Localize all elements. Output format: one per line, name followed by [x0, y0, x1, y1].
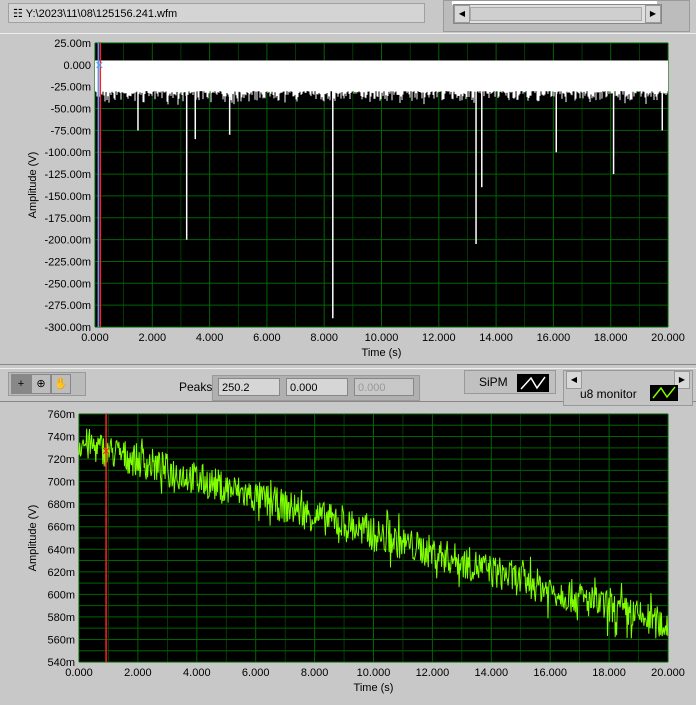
x-tick-label: 16.000: [537, 332, 571, 344]
cursor-marker-icon: ✕: [101, 446, 110, 458]
x-tick-label: 2.000: [139, 332, 167, 344]
legend-sipm-label: SiPM: [479, 375, 508, 389]
peak-value-0[interactable]: 250.2: [218, 378, 280, 396]
x-tick-label: 4.000: [183, 667, 211, 679]
u8-monitor-graph[interactable]: 760m 740m 720m 700m 680m 660m 640m 620m 600m 580m…: [0, 403, 696, 705]
y-tick-label: 25.00m: [54, 38, 91, 50]
x-tick-label: 12.000: [422, 332, 456, 344]
x-tick-label: 0.000: [81, 332, 109, 344]
x-tick-label: 16.000: [533, 667, 567, 679]
x-tick-label: 20.000: [651, 332, 685, 344]
y-tick-label: -50.00m: [51, 104, 91, 116]
x-tick-label: 6.000: [242, 667, 270, 679]
graph-palette: + ⊕ ✋: [8, 372, 86, 396]
y-tick-label: -100.00m: [45, 147, 91, 159]
x-tick-label: 10.000: [365, 332, 399, 344]
legend-sipm[interactable]: SiPM: [464, 370, 556, 394]
pan-hand-icon[interactable]: ✋: [51, 374, 71, 394]
y-tick-label: -150.00m: [45, 191, 91, 203]
x-tick-label: 14.000: [474, 667, 508, 679]
y-tick-label: -225.00m: [45, 256, 91, 268]
peaks-label: Peaks: [179, 380, 213, 394]
x-tick-label: 4.000: [196, 332, 224, 344]
plot-style-swatch-green-icon: [650, 385, 678, 401]
y-tick-label: -250.00m: [45, 278, 91, 290]
x-tick-label: 12.000: [416, 667, 450, 679]
scroll-thumb[interactable]: [470, 7, 642, 21]
x-tick-label: 0.000: [65, 667, 93, 679]
y-tick-label: 0.000: [63, 60, 91, 72]
x-tick-label: 6.000: [253, 332, 281, 344]
cursor-marker-icon: ✕: [95, 60, 104, 72]
legend-scroll[interactable]: ◀ ▶ u8 monitor: [563, 370, 693, 406]
plot-style-swatch-icon: [517, 373, 550, 392]
y-tick-label: -275.00m: [45, 300, 91, 312]
y-tick-label: 740m: [47, 432, 75, 444]
y-tick-label: 580m: [47, 612, 75, 624]
x-tick-label: 10.000: [357, 667, 391, 679]
y-tick-label: 720m: [47, 454, 75, 466]
y-tick-label: 560m: [47, 634, 75, 646]
y-tick-label: -75.00m: [51, 125, 91, 137]
y-tick-label: 760m: [47, 409, 75, 421]
y-tick-label: 620m: [47, 567, 75, 579]
x-axis-label: Time (s): [362, 347, 402, 359]
table-control[interactable]: ◀ ▶: [443, 0, 690, 32]
y-tick-label: 640m: [47, 544, 75, 556]
y-tick-label: 600m: [47, 589, 75, 601]
x-tick-label: 8.000: [301, 667, 329, 679]
scroll-right-arrow-icon[interactable]: ▶: [645, 5, 661, 23]
peak-value-2: 0.000: [354, 378, 414, 396]
scroll-left-arrow-icon[interactable]: ◀: [454, 5, 470, 23]
y-tick-label: 660m: [47, 522, 75, 534]
y-tick-label: -125.00m: [45, 169, 91, 181]
cursor-move-icon[interactable]: +: [11, 374, 31, 394]
x-tick-label: 2.000: [124, 667, 152, 679]
y-axis-label: Amplitude (V): [27, 152, 39, 219]
x-tick-label: 18.000: [594, 332, 628, 344]
x-tick-label: 18.000: [592, 667, 626, 679]
y-tick-label: -25.00m: [51, 82, 91, 94]
y-tick-label: -200.00m: [45, 235, 91, 247]
file-path-display[interactable]: ☷ Y:\2023\11\08\125156.241.wfm: [8, 3, 425, 23]
legend-u8-label: u8 monitor: [580, 387, 637, 401]
path-icon: ☷: [13, 8, 23, 20]
y-tick-label: -175.00m: [45, 213, 91, 225]
zoom-icon[interactable]: ⊕: [31, 374, 51, 394]
x-axis-label: Time (s): [354, 682, 394, 694]
x-tick-label: 14.000: [479, 332, 513, 344]
sipm-waveform-graph[interactable]: 25.00m 0.000 -25.00m -50.00m -75.00m -100.00m…: [0, 33, 696, 368]
horizontal-scrollbar[interactable]: ◀ ▶: [453, 4, 662, 24]
x-tick-label: 8.000: [310, 332, 338, 344]
y-axis-label: Amplitude (V): [27, 505, 39, 572]
x-tick-label: 20.000: [651, 667, 685, 679]
y-tick-label: 680m: [47, 499, 75, 511]
peak-value-1[interactable]: 0.000: [286, 378, 348, 396]
y-tick-label: 700m: [47, 477, 75, 489]
waveform-band: [95, 60, 668, 92]
